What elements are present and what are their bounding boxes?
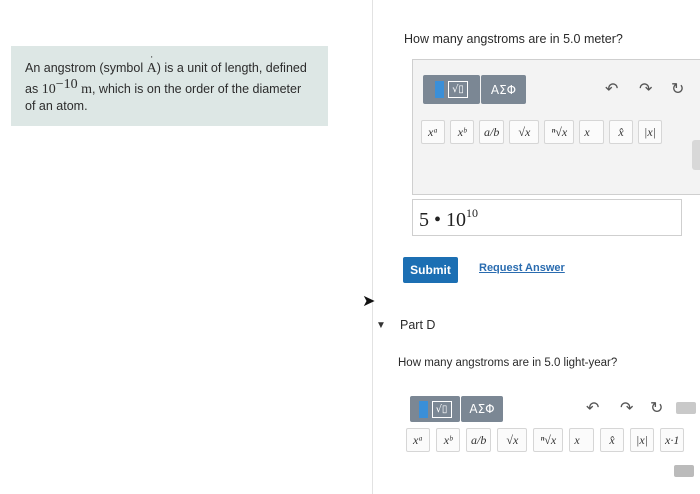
symbol-row: xᵃ xᵇ a/b √x ⁿ√x x⃗ x̂ |x| <box>421 120 663 144</box>
answer-exponent: 10 <box>466 206 479 220</box>
collapse-arrow-icon[interactable]: ▼ <box>376 320 386 331</box>
nth-root-button[interactable]: ⁿ√x <box>533 428 564 452</box>
info-text: ) is a unit of length, defined <box>156 61 307 75</box>
math-exponent: −10 <box>55 77 78 92</box>
greek-button[interactable]: ΑΣΦ <box>481 75 526 104</box>
math-base: 10 <box>41 82 56 97</box>
template-box-icon: √▯ <box>448 81 468 98</box>
unit-vector-button[interactable]: x̂ <box>600 428 625 452</box>
undo-icon[interactable]: ↶ <box>586 398 599 417</box>
undo-icon[interactable]: ↶ <box>605 79 618 98</box>
math-unit: m <box>77 82 92 97</box>
subscript-button[interactable]: xᵇ <box>436 428 460 452</box>
templates-button[interactable]: √▯ <box>410 396 460 422</box>
answer-base: 5 • 10 <box>419 209 467 231</box>
symbol-row: xᵃ xᵇ a/b √x ⁿ√x x⃗ x̂ |x| x·1 <box>406 428 685 452</box>
abs-button[interactable]: |x| <box>630 428 655 452</box>
mouse-cursor-icon: ➤ <box>362 293 376 310</box>
abs-button[interactable]: |x| <box>638 120 663 144</box>
info-text: An angstrom (symbol <box>25 61 147 75</box>
template-box-icon: √▯ <box>431 400 452 418</box>
times-ten-button[interactable]: x·1 <box>660 428 685 452</box>
math-editor-part-d[interactable]: √▯ ΑΣΦ ↶ ↷ ↻ xᵃ xᵇ a/b √x ⁿ√x x⃗ x̂ |x| … <box>404 385 700 494</box>
delete-key-icon[interactable] <box>674 465 694 477</box>
part-c-question: How many angstroms are in 5.0 meter? <box>404 32 623 46</box>
info-text: , which is on the order of the diameter <box>91 82 302 96</box>
template-block-icon <box>435 81 444 98</box>
greek-button[interactable]: ΑΣΦ <box>461 396 503 422</box>
unit-vector-button[interactable]: x̂ <box>609 120 634 144</box>
template-block-icon <box>418 400 428 418</box>
angstrom-symbol: A <box>147 52 157 77</box>
vector-button[interactable]: x⃗ <box>569 428 595 452</box>
keyboard-icon[interactable] <box>676 402 696 414</box>
answer-input[interactable]: 5 • 1010 <box>412 199 682 236</box>
fraction-button[interactable]: a/b <box>479 120 505 144</box>
nth-root-button[interactable]: ⁿ√x <box>544 120 575 144</box>
info-text: as <box>25 82 42 96</box>
sqrt-button[interactable]: √x <box>509 120 540 144</box>
part-d-question: How many angstroms are in 5.0 light-year… <box>398 357 618 369</box>
sqrt-button[interactable]: √x <box>497 428 528 452</box>
panel-divider <box>372 0 373 494</box>
vector-button[interactable]: x⃗ <box>579 120 605 144</box>
fraction-button[interactable]: a/b <box>466 428 492 452</box>
request-answer-link[interactable]: Request Answer <box>479 262 565 274</box>
math-editor[interactable]: √▯ ΑΣΦ ↶ ↷ ↻ xᵃ xᵇ a/b √x ⁿ√x x⃗ x̂ |x| <box>412 59 700 195</box>
redo-icon[interactable]: ↷ <box>639 79 652 98</box>
info-box: An angstrom (symbol A) is a unit of leng… <box>11 46 328 126</box>
reset-icon[interactable]: ↻ <box>650 398 663 417</box>
templates-button[interactable]: √▯ <box>423 75 480 104</box>
redo-icon[interactable]: ↷ <box>620 398 633 417</box>
subscript-button[interactable]: xᵇ <box>450 120 474 144</box>
superscript-button[interactable]: xᵃ <box>406 428 430 452</box>
submit-button[interactable]: Submit <box>403 257 458 283</box>
superscript-button[interactable]: xᵃ <box>421 120 445 144</box>
reset-icon[interactable]: ↻ <box>671 79 684 98</box>
keyboard-toggle[interactable] <box>692 140 700 170</box>
part-d-label[interactable]: Part D <box>400 318 435 332</box>
info-text: of an atom. <box>25 99 88 113</box>
